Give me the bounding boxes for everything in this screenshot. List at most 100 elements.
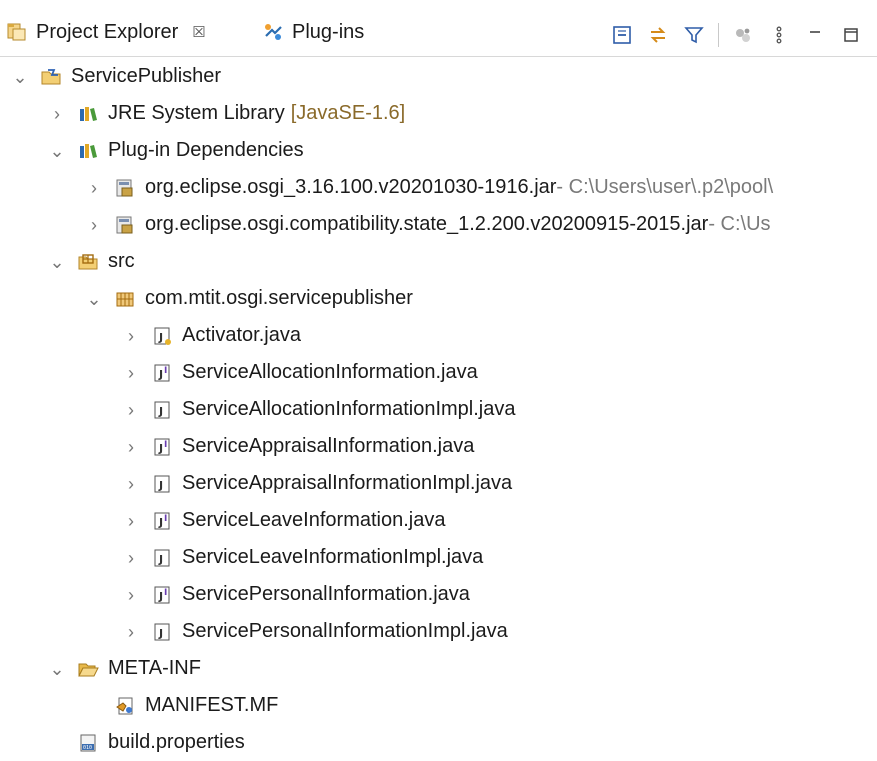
- filter-icon[interactable]: [682, 23, 706, 47]
- jar-icon: [114, 177, 136, 199]
- java-interface-icon: JI: [151, 584, 173, 606]
- chevron-down-icon[interactable]: ⌄: [47, 252, 67, 272]
- chevron-right-icon[interactable]: ›: [84, 178, 104, 198]
- chevron-right-icon[interactable]: ›: [121, 622, 141, 642]
- tree-item-java-file[interactable]: › J ServiceLeaveInformationImpl.java: [121, 539, 483, 576]
- java-class-icon: J: [151, 473, 173, 495]
- chevron-right-icon[interactable]: ›: [121, 474, 141, 494]
- svg-text:J: J: [158, 553, 163, 566]
- chevron-right-icon[interactable]: ›: [121, 437, 141, 457]
- close-icon[interactable]: ☒: [192, 23, 205, 41]
- link-with-editor-icon[interactable]: [646, 23, 670, 47]
- library-icon: [77, 103, 99, 125]
- tab-plugins-label: Plug-ins: [292, 20, 365, 43]
- file-label: ServiceLeaveInformationImpl.java: [182, 546, 484, 568]
- svg-text:J: J: [158, 442, 163, 455]
- tree-item-package[interactable]: ⌄ com.mtit.osgi.servicepublisher: [84, 280, 413, 317]
- tree-item-java-file[interactable]: › JI ServiceAppraisalInformation.java: [121, 428, 474, 465]
- package-label: com.mtit.osgi.servicepublisher: [145, 287, 413, 309]
- svg-text:J: J: [158, 590, 163, 603]
- jar-path: - C:\Users\user\.p2\pool\: [556, 176, 774, 198]
- chevron-right-icon[interactable]: ›: [121, 511, 141, 531]
- java-interface-icon: JI: [151, 362, 173, 384]
- java-interface-icon: JI: [151, 510, 173, 532]
- view-menu-icon[interactable]: [767, 23, 791, 47]
- jre-decoration: [JavaSE-1.6]: [290, 102, 406, 124]
- tree-item-plugin-dependencies[interactable]: ⌄ Plug-in Dependencies: [47, 132, 303, 169]
- tree-item-java-file[interactable]: › J ServiceAppraisalInformationImpl.java: [121, 465, 512, 502]
- svg-text:I: I: [164, 366, 167, 376]
- meta-inf-label: META-INF: [108, 657, 201, 679]
- chevron-right-icon[interactable]: ›: [121, 400, 141, 420]
- svg-text:I: I: [164, 440, 167, 450]
- tree-item-jre[interactable]: › JRE System Library [JavaSE-1.6]: [47, 95, 405, 132]
- tree-item-java-file[interactable]: › JI ServicePersonalInformation.java: [121, 576, 470, 613]
- tab-project-explorer[interactable]: Project Explorer ☒: [6, 12, 206, 52]
- jar-label: org.eclipse.osgi.compatibility.state_1.2…: [145, 213, 709, 235]
- java-class-icon: J: [151, 621, 173, 643]
- chevron-right-icon[interactable]: ›: [121, 585, 141, 605]
- svg-text:J: J: [158, 405, 163, 418]
- tree-item-java-file[interactable]: › J Activator.java: [121, 317, 301, 354]
- project-explorer-icon: [6, 21, 28, 43]
- chevron-right-icon[interactable]: ›: [47, 104, 67, 124]
- plugin-project-icon: [40, 66, 62, 88]
- chevron-down-icon[interactable]: ⌄: [10, 67, 30, 87]
- src-label: src: [108, 250, 135, 272]
- chevron-right-icon[interactable]: ›: [121, 363, 141, 383]
- toolbar-separator: [718, 23, 719, 47]
- tree-item-build-properties[interactable]: 010 build.properties: [77, 724, 245, 761]
- tree-item-jar[interactable]: › org.eclipse.osgi.compatibility.state_1…: [84, 206, 771, 243]
- svg-text:I: I: [164, 588, 167, 598]
- chevron-down-icon[interactable]: ⌄: [47, 141, 67, 161]
- plugins-icon: [262, 21, 284, 43]
- svg-text:I: I: [164, 514, 167, 524]
- tab-plugins[interactable]: Plug-ins: [262, 12, 364, 52]
- tree-item-java-file[interactable]: › JI ServiceLeaveInformation.java: [121, 502, 445, 539]
- java-class-icon: J: [151, 399, 173, 421]
- chevron-down-icon[interactable]: ⌄: [47, 659, 67, 679]
- svg-text:J: J: [158, 331, 163, 344]
- collapse-all-icon[interactable]: [610, 23, 634, 47]
- jar-label: org.eclipse.osgi_3.16.100.v20201030-1916…: [145, 176, 557, 198]
- jar-path: - C:\Us: [708, 213, 771, 235]
- tree-item-java-file[interactable]: › J ServiceAllocationInformationImpl.jav…: [121, 391, 516, 428]
- file-label: ServiceLeaveInformation.java: [182, 509, 446, 531]
- file-label: ServicePersonalInformationImpl.java: [182, 620, 508, 642]
- tree-item-meta-inf[interactable]: ⌄ META-INF: [47, 650, 201, 687]
- svg-text:J: J: [158, 368, 163, 381]
- chevron-right-icon[interactable]: ›: [121, 548, 141, 568]
- java-interface-icon: JI: [151, 436, 173, 458]
- package-icon: [114, 288, 136, 310]
- minimize-icon[interactable]: [803, 23, 827, 47]
- svg-text:J: J: [158, 627, 163, 640]
- library-icon: [77, 140, 99, 162]
- folder-open-icon: [77, 658, 99, 680]
- file-label: ServiceAllocationInformationImpl.java: [182, 398, 516, 420]
- tree-item-project[interactable]: ⌄ ServicePublisher: [10, 58, 221, 95]
- file-label: ServiceAppraisalInformationImpl.java: [182, 472, 513, 494]
- top-cutoff-strip: [0, 0, 877, 8]
- tree-item-src[interactable]: ⌄ src: [47, 243, 135, 280]
- java-class-icon: J: [151, 547, 173, 569]
- svg-text:010: 010: [83, 745, 92, 751]
- chevron-right-icon[interactable]: ›: [121, 326, 141, 346]
- file-label: ServiceAppraisalInformation.java: [182, 435, 475, 457]
- view-tab-bar: Project Explorer ☒ Plug-ins: [0, 8, 877, 57]
- source-folder-icon: [77, 251, 99, 273]
- java-class-icon: J: [151, 325, 173, 347]
- maximize-icon[interactable]: [839, 23, 863, 47]
- jar-icon: [114, 214, 136, 236]
- properties-file-icon: 010: [77, 732, 99, 754]
- tab-project-explorer-label: Project Explorer: [36, 20, 179, 43]
- tree-item-jar[interactable]: › org.eclipse.osgi_3.16.100.v20201030-19…: [84, 169, 773, 206]
- view-toolbar: [610, 20, 863, 50]
- chevron-right-icon[interactable]: ›: [84, 215, 104, 235]
- chevron-down-icon[interactable]: ⌄: [84, 289, 104, 309]
- manifest-label: MANIFEST.MF: [145, 694, 279, 716]
- svg-text:J: J: [158, 479, 163, 492]
- tree-item-java-file[interactable]: › J ServicePersonalInformationImpl.java: [121, 613, 508, 650]
- focus-icon[interactable]: [731, 23, 755, 47]
- tree-item-manifest[interactable]: MANIFEST.MF: [114, 687, 278, 724]
- tree-item-java-file[interactable]: › JI ServiceAllocationInformation.java: [121, 354, 478, 391]
